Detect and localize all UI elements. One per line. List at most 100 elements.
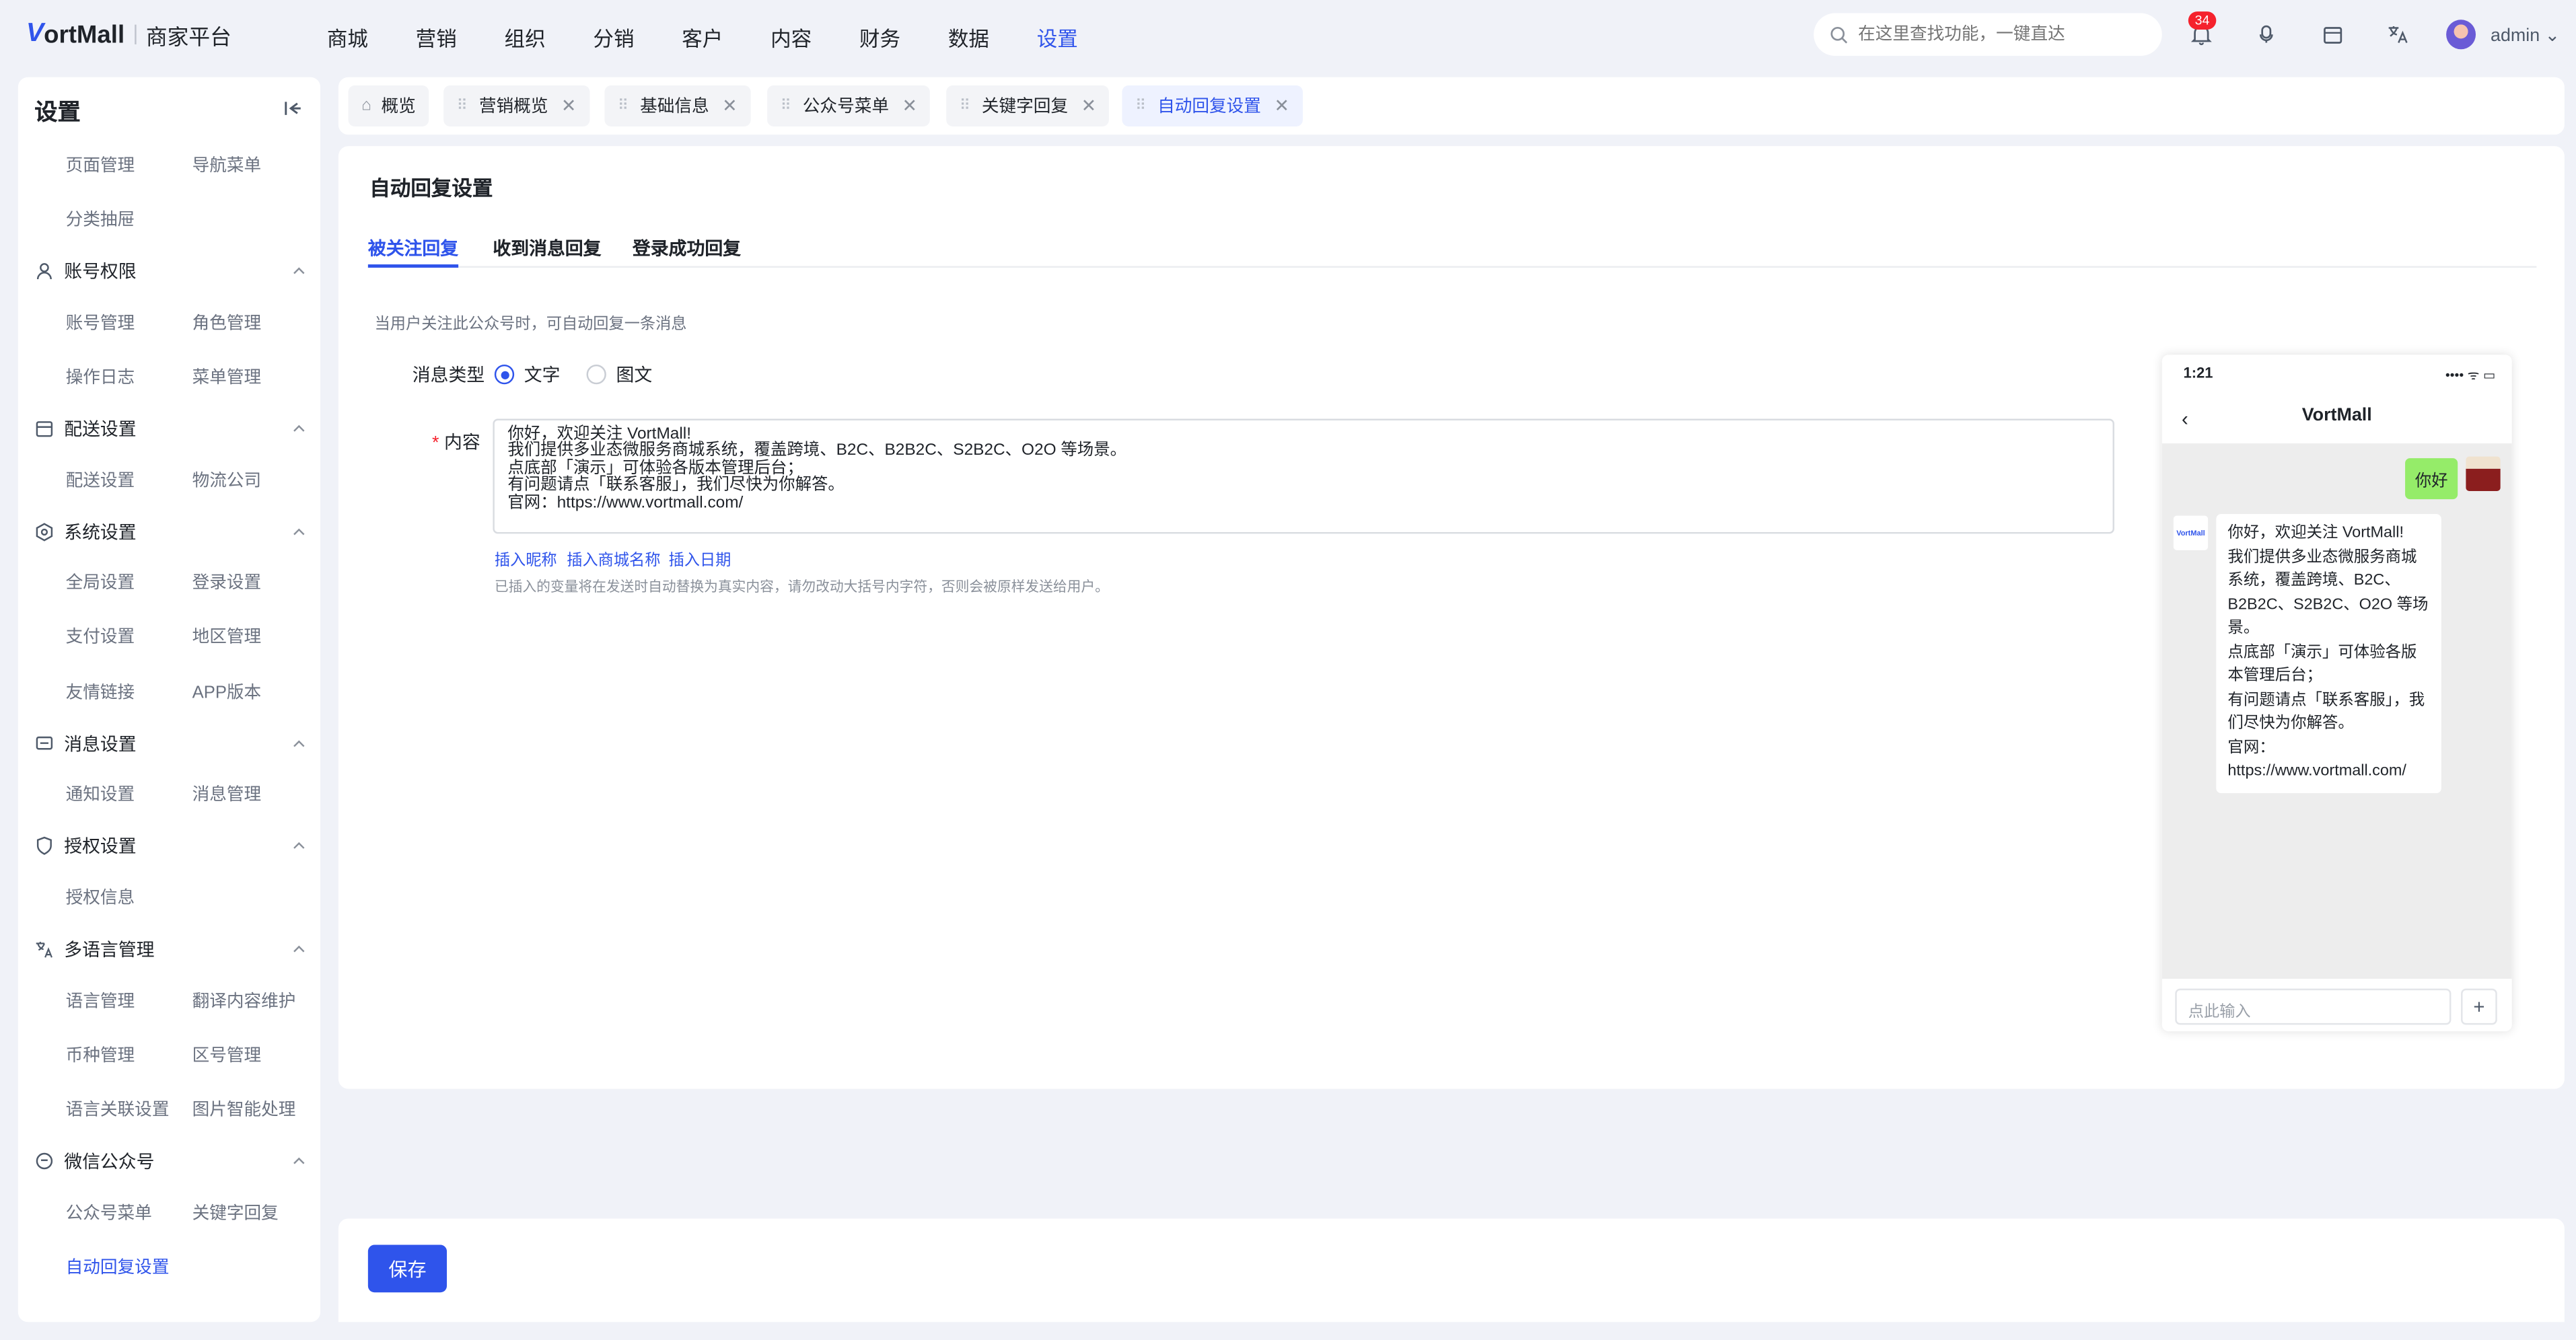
sidebar-item-nav-menu[interactable]: 导航菜单 [192,153,262,178]
sidebar-item-notify-settings[interactable]: 通知设置 [66,782,135,807]
tab-follow-reply[interactable]: 被关注回复 [367,235,459,268]
sidebar-item-logistics[interactable]: 物流公司 [192,468,262,493]
sidebar-item-translation[interactable]: 翻译内容维护 [192,989,296,1014]
sidebar-item-global-settings[interactable]: 全局设置 [66,570,135,595]
sidebar-item-message-manage[interactable]: 消息管理 [192,782,262,807]
tab-keyword-reply[interactable]: ⠿ 关键字回复 ✕ [946,85,1110,126]
sidebar-group-account[interactable]: 账号权限 [34,258,307,284]
tab-message-reply[interactable]: 收到消息回复 [493,235,601,261]
collapse-sidebar-icon[interactable] [281,97,303,120]
tab-wx-menu[interactable]: ⠿ 公众号菜单 ✕ [767,85,931,126]
tab-auto-reply[interactable]: ⠿ 自动回复设置 ✕ [1122,85,1303,126]
footer-bar: 保存 [338,1218,2565,1323]
sidebar-item-wx-menu[interactable]: 公众号菜单 [66,1201,152,1226]
page-tabs: ⌂ 概览 ⠿ 营销概览 ✕ ⠿ 基础信息 ✕ ⠿ 公众号菜单 ✕ ⠿ 关键字回复… [338,77,2565,135]
notification-badge: 34 [2188,11,2217,30]
nav-item-data[interactable]: 数据 [948,22,989,52]
sidebar-item-language-manage[interactable]: 语言管理 [66,989,135,1014]
tab-overview[interactable]: ⌂ 概览 [348,85,429,126]
chevron-up-icon [293,267,305,274]
radio-rich-media[interactable]: 图文 [586,361,652,387]
close-icon[interactable]: ✕ [1274,96,1289,116]
global-search[interactable] [1814,13,2162,57]
close-icon[interactable]: ✕ [722,96,738,116]
sidebar-item-area-code[interactable]: 区号管理 [192,1043,262,1068]
sidebar-item-payment-settings[interactable]: 支付设置 [66,624,135,649]
nav-item-finance[interactable]: 财务 [859,22,900,52]
nav-item-marketing[interactable]: 营销 [416,22,457,52]
phone-time: 1:21 [2183,364,2213,381]
close-icon[interactable]: ✕ [1081,96,1097,116]
sidebar-group-wechat[interactable]: 微信公众号 [34,1148,307,1174]
sidebar-item-menu-manage[interactable]: 菜单管理 [192,365,262,389]
nav-item-customer[interactable]: 客户 [682,22,723,52]
sidebar-group-label: 多语言管理 [64,940,155,961]
store-icon[interactable] [2320,22,2346,48]
content-textarea[interactable]: 你好，欢迎关注 VortMall! 我们提供多业态微服务商城系统，覆盖跨境、B2… [493,418,2114,534]
sidebar-item-auto-reply[interactable]: 自动回复设置 [66,1255,170,1279]
chat-header: ‹ VortMall [2162,394,2512,443]
translate-icon [36,942,52,958]
nav-item-mall[interactable]: 商城 [327,22,368,52]
sidebar: 设置 页面管理 导航菜单 分类抽屉 账号权限 账号管理 角色管理 操作日志 菜单… [17,77,321,1323]
follow-reply-hint: 当用户关注此公众号时，可自动回复一条消息 [374,315,687,334]
sidebar-item-role-manage[interactable]: 角色管理 [192,310,262,335]
avatar[interactable] [2446,20,2476,50]
save-button[interactable]: 保存 [367,1244,448,1293]
sidebar-item-region-manage[interactable]: 地区管理 [192,624,262,649]
tab-label: 营销概览 [478,97,548,117]
sidebar-group-label: 系统设置 [64,523,137,544]
required-mark: * [432,433,439,453]
insert-mall-name-link[interactable]: 插入商城名称 [567,547,660,570]
sidebar-group-delivery[interactable]: 配送设置 [34,416,307,442]
logo-divider [134,24,137,44]
nav-item-distribution[interactable]: 分销 [593,22,634,52]
radio-text[interactable]: 文字 [494,361,560,387]
insert-date-link[interactable]: 插入日期 [669,547,731,570]
sidebar-item-image-ai[interactable]: 图片智能处理 [192,1097,296,1122]
headset-icon[interactable] [2254,22,2280,48]
sidebar-item-keyword-reply[interactable]: 关键字回复 [192,1201,279,1226]
radio-dot [586,364,606,385]
sidebar-item-delivery-settings[interactable]: 配送设置 [66,468,135,493]
user-menu[interactable]: admin ⌄ [2491,25,2560,46]
sidebar-item-page-manage[interactable]: 页面管理 [66,153,135,178]
close-icon[interactable]: ✕ [902,96,918,116]
logo[interactable]: V ortMall 商家平台 [26,20,231,49]
reply-type-tabs: 被关注回复 收到消息回复 登录成功回复 [367,231,2537,268]
sidebar-group-label: 配送设置 [64,420,137,441]
page-title: 自动回复设置 [369,177,493,200]
translate-icon[interactable] [2384,22,2410,48]
sidebar-group-message[interactable]: 消息设置 [34,731,307,757]
tab-marketing-overview[interactable]: ⠿ 营销概览 ✕ [443,85,589,126]
close-icon[interactable]: ✕ [561,96,577,116]
sidebar-group-system[interactable]: 系统设置 [34,519,307,545]
sidebar-item-app-version[interactable]: APP版本 [192,680,262,705]
chevron-up-icon [293,1157,305,1164]
user-icon [36,263,52,280]
chat-area: 你好 VortMall 你好，欢迎关注 VortMall! 我们提供多业态微服务… [2161,443,2512,979]
sidebar-title: 设置 [34,98,81,125]
nav-item-settings[interactable]: 设置 [1037,22,1078,52]
sidebar-item-account-manage[interactable]: 账号管理 [66,310,135,335]
sidebar-group-label: 授权设置 [64,838,137,858]
sidebar-group-label: 账号权限 [64,262,137,283]
nav-item-content[interactable]: 内容 [771,22,812,52]
sidebar-item-auth-info[interactable]: 授权信息 [66,885,135,910]
tab-basic-info[interactable]: ⠿ 基础信息 ✕ [604,85,751,126]
sidebar-item-friend-links[interactable]: 友情链接 [66,680,135,705]
sidebar-item-login-settings[interactable]: 登录设置 [192,570,262,595]
sidebar-group-multilang[interactable]: 多语言管理 [34,936,307,963]
tab-login-reply[interactable]: 登录成功回复 [633,235,741,261]
drag-handle-icon: ⠿ [617,97,629,114]
nav-item-org[interactable]: 组织 [505,22,546,52]
insert-nickname-link[interactable]: 插入昵称 [495,547,557,570]
sidebar-item-lang-link[interactable]: 语言关联设置 [66,1097,170,1122]
search-icon [1830,26,1848,43]
sidebar-item-op-log[interactable]: 操作日志 [66,365,135,389]
sidebar-item-category-drawer[interactable]: 分类抽屉 [66,207,135,232]
sidebar-item-currency[interactable]: 币种管理 [66,1043,135,1068]
search-input[interactable] [1858,24,2138,44]
drag-handle-icon: ⠿ [456,97,468,114]
sidebar-group-auth[interactable]: 授权设置 [34,833,307,859]
